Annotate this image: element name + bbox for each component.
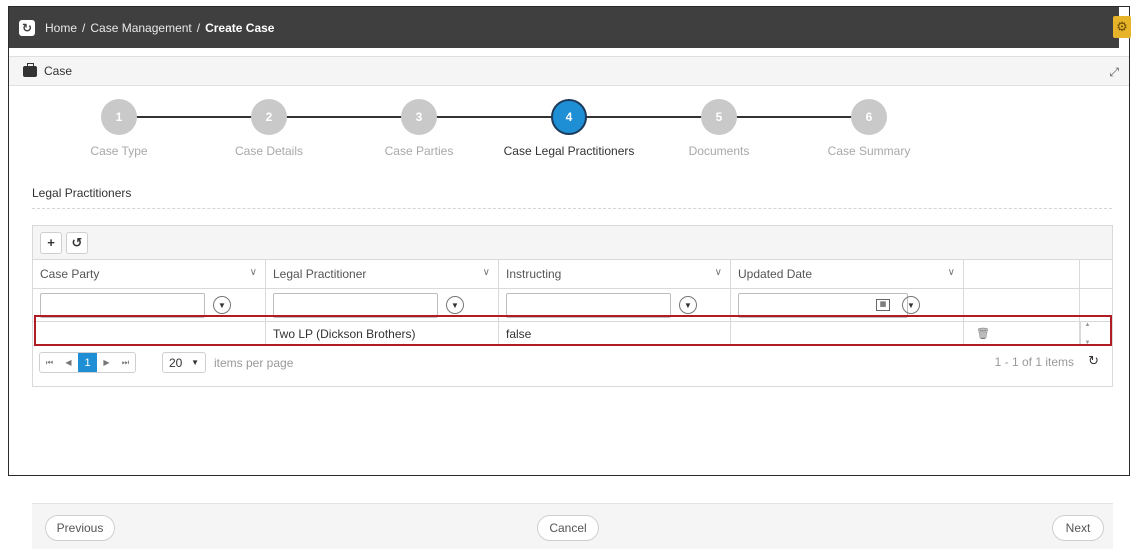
step-circle: 6: [851, 99, 887, 135]
add-icon[interactable]: +: [40, 231, 62, 254]
next-page-icon[interactable]: ▶: [97, 353, 116, 372]
cancel-button[interactable]: Cancel: [537, 515, 599, 541]
trash-icon[interactable]: 🗑: [974, 326, 992, 342]
briefcase-icon: [23, 62, 37, 77]
pagination-controls: ⏮ ◀ 1 ▶ ⏭: [39, 352, 136, 373]
vertical-scrollbar[interactable]: ▲ ▼: [1080, 322, 1094, 346]
filter-icon[interactable]: ▼: [446, 296, 464, 314]
breadcrumb-current: Create Case: [205, 20, 275, 35]
top-bar: ↻ Home / Case Management / Create Case ⚙: [9, 7, 1131, 48]
pager-info: 1 - 1 of 1 items: [994, 355, 1074, 369]
filter-cell: ▦ ▼: [731, 289, 964, 321]
step-case-legal-practitioners[interactable]: 4 Case Legal Practitioners: [499, 99, 639, 158]
page-size-select[interactable]: 20 ▼: [162, 352, 206, 373]
step-label: Case Parties: [384, 144, 454, 158]
cell-case-party[interactable]: [33, 322, 266, 345]
grid-filter-row: ▼ ▼ ▼ ▦ ▼: [33, 289, 1112, 322]
first-page-icon[interactable]: ⏮: [40, 353, 59, 372]
column-header-label: Updated Date: [738, 267, 813, 281]
step-label: Documents: [688, 144, 750, 158]
panel-title: Case: [44, 64, 73, 78]
app-frame: ↻ Home / Case Management / Create Case ⚙…: [8, 6, 1131, 549]
step-label: Case Legal Practitioners: [503, 144, 635, 158]
section-divider: [32, 208, 1112, 209]
table-row[interactable]: Two LP (Dickson Brothers) false 🗑 ▲ ▼: [33, 322, 1112, 346]
filter-cell: [964, 289, 1080, 321]
refresh-app-icon[interactable]: ↻: [19, 19, 35, 36]
column-header-instructing[interactable]: Instructing ∨: [499, 260, 731, 288]
column-header-label: Case Party: [40, 267, 100, 281]
filter-cell: ▼: [33, 289, 266, 321]
page-number-button[interactable]: 1: [78, 353, 97, 372]
column-header-legal-practitioner[interactable]: Legal Practitioner ∨: [266, 260, 499, 288]
step-case-parties[interactable]: 3 Case Parties: [349, 99, 489, 158]
chevron-down-icon[interactable]: ∨: [250, 267, 257, 278]
breadcrumb-separator: /: [196, 20, 201, 35]
grid-header-row: Case Party ∨ Legal Practitioner ∨ Instru…: [33, 260, 1112, 289]
scrollbar-header: [1080, 260, 1094, 288]
step-label: Case Details: [234, 144, 304, 158]
column-header-updated-date[interactable]: Updated Date ∨: [731, 260, 964, 288]
column-header-label: Legal Practitioner: [273, 267, 367, 281]
cell-legal-practitioner[interactable]: Two LP (Dickson Brothers): [266, 322, 499, 345]
cell-instructing[interactable]: false: [499, 322, 731, 345]
previous-button[interactable]: Previous: [45, 515, 115, 541]
breadcrumb-separator: /: [82, 20, 86, 35]
column-header-actions: [964, 260, 1080, 288]
chevron-down-icon[interactable]: ∨: [483, 267, 490, 278]
step-case-summary[interactable]: 6 Case Summary: [799, 99, 939, 158]
refresh-icon[interactable]: ↻: [1088, 353, 1099, 369]
legal-practitioner-filter-input[interactable]: [273, 292, 438, 318]
items-per-page-label: items per page: [214, 355, 294, 370]
filter-icon[interactable]: ▼: [902, 296, 920, 314]
section-title: Legal Practitioners: [32, 186, 132, 200]
step-circle: 4: [551, 99, 587, 135]
caret-down-icon: ▼: [191, 358, 199, 367]
column-header-case-party[interactable]: Case Party ∨: [33, 260, 266, 288]
wizard-footer: Previous Cancel Next: [32, 503, 1113, 549]
wizard-stepper: 1 Case Type 2 Case Details 3 Case Partie…: [89, 99, 910, 159]
scroll-up-icon[interactable]: ▲: [1085, 322, 1091, 328]
case-party-filter-input[interactable]: [40, 292, 205, 318]
page-size-value: 20: [169, 355, 183, 370]
panel-body: 1 Case Type 2 Case Details 3 Case Partie…: [9, 87, 1129, 549]
chevron-down-icon[interactable]: ∨: [948, 267, 955, 278]
grid-pager: ⏮ ◀ 1 ▶ ⏭ 20 ▼ items per page 1 - 1 of 1…: [33, 346, 1112, 379]
last-page-icon[interactable]: ⏭: [116, 353, 135, 372]
step-label: Case Type: [90, 144, 148, 158]
filter-icon[interactable]: ▼: [213, 296, 231, 314]
previous-page-icon[interactable]: ◀: [59, 353, 78, 372]
step-circle: 1: [101, 99, 137, 135]
step-case-type[interactable]: 1 Case Type: [49, 99, 189, 158]
calendar-icon[interactable]: ▦: [876, 299, 890, 311]
step-label: Case Summary: [827, 144, 911, 158]
gear-icon[interactable]: ⚙: [1113, 16, 1131, 38]
legal-practitioners-grid: + ↺ Case Party ∨ Legal Practitioner ∨ In…: [32, 225, 1113, 387]
column-header-label: Instructing: [506, 267, 562, 281]
step-circle: 5: [701, 99, 737, 135]
step-case-details[interactable]: 2 Case Details: [199, 99, 339, 158]
cell-actions: 🗑: [964, 322, 1080, 345]
next-button[interactable]: Next: [1052, 515, 1104, 541]
step-documents[interactable]: 5 Documents: [649, 99, 789, 158]
grid-toolbar: + ↺: [33, 226, 1112, 260]
filter-icon[interactable]: ▼: [679, 296, 697, 314]
chevron-down-icon[interactable]: ∨: [715, 267, 722, 278]
vertical-scrollbar-track[interactable]: ▲ ▼: [1080, 322, 1094, 346]
cell-updated-date[interactable]: [731, 322, 964, 345]
undo-icon[interactable]: ↺: [66, 231, 88, 254]
expand-icon[interactable]: ⤢: [1109, 65, 1119, 80]
breadcrumb-case-management[interactable]: Case Management: [90, 21, 191, 35]
panel-header: Case ⤢: [9, 56, 1129, 86]
step-circle: 3: [401, 99, 437, 135]
breadcrumb-home[interactable]: Home: [45, 21, 77, 35]
scrollbar-filter: [1080, 289, 1094, 321]
filter-cell: ▼: [499, 289, 731, 321]
filter-cell: ▼: [266, 289, 499, 321]
instructing-filter-input[interactable]: [506, 292, 671, 318]
step-circle: 2: [251, 99, 287, 135]
